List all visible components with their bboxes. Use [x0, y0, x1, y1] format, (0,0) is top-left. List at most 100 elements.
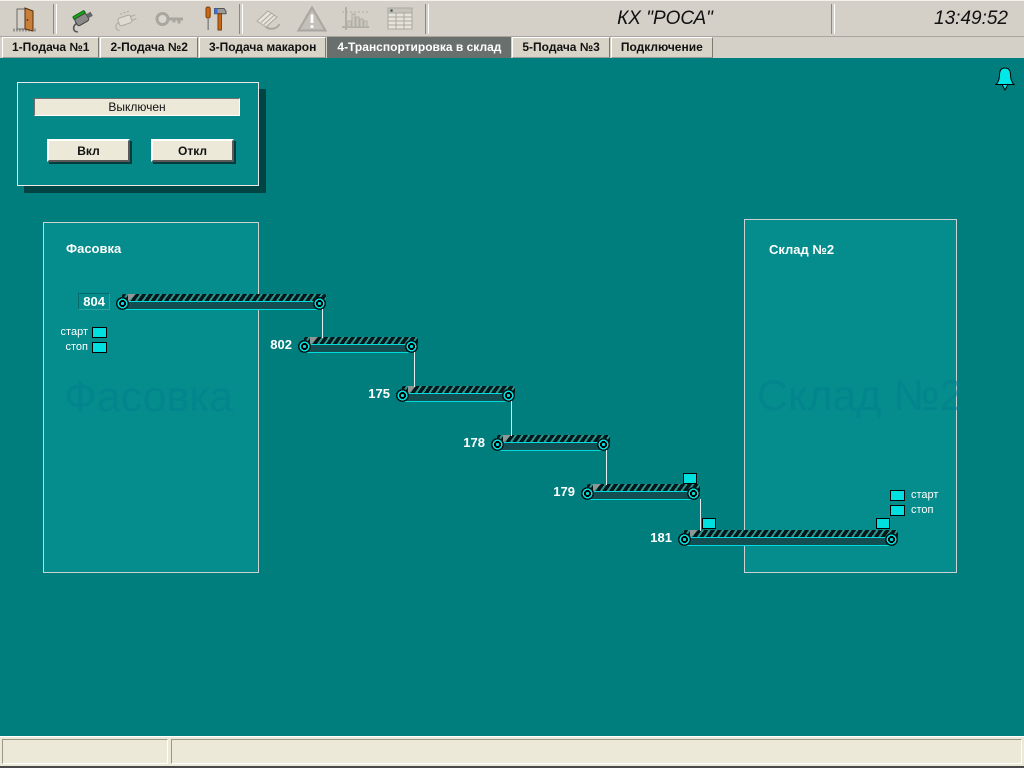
belt-body [300, 344, 415, 353]
zone-sklad2: Склад №2 Склад №2 [744, 219, 957, 573]
tab-Подключение[interactable]: Подключение [611, 37, 713, 58]
roller-icon [597, 438, 610, 451]
alarm-button [290, 3, 334, 35]
tools-button[interactable] [192, 3, 236, 35]
sensor-indicator [683, 473, 697, 484]
start-label: старт [44, 326, 88, 338]
stop-indicator [92, 342, 107, 353]
disconnect-button [104, 3, 148, 35]
stop-label: стоп [911, 504, 934, 516]
trends-button [334, 3, 378, 35]
start-indicator [92, 327, 107, 338]
exit-button[interactable] [0, 3, 50, 35]
disconnect-plug-icon [110, 4, 142, 34]
indicator-row: стоп [44, 341, 107, 353]
conveyor-802[interactable] [300, 337, 415, 353]
connector-line [511, 401, 512, 436]
hmi-screen: КХ "РОСА" 13:49:52 1-Подача №12-Подача №… [0, 0, 1024, 768]
report-button [246, 3, 290, 35]
alarm-warning-icon [296, 4, 328, 34]
zone-watermark: Склад №2 [757, 372, 963, 421]
on-button[interactable]: Вкл [47, 139, 130, 162]
key-icon [153, 4, 187, 34]
roller-icon [298, 340, 311, 353]
off-button[interactable]: Откл [151, 139, 234, 162]
roller-icon [491, 438, 504, 451]
connector-line [414, 352, 415, 387]
data-table-icon [383, 4, 417, 34]
status-bar [0, 736, 1024, 768]
sensor-indicator [876, 518, 890, 529]
chute-triangle [128, 294, 136, 302]
report-icon [251, 4, 285, 34]
tab-4-Транспортировка в склад[interactable]: 4-Транспортировка в склад [327, 37, 511, 58]
key-button [148, 3, 192, 35]
roller-icon [581, 487, 594, 500]
indicator-row: стоп [890, 504, 938, 516]
tab-2-Подача №2[interactable]: 2-Подача №2 [100, 37, 197, 58]
tab-1-Подача №1[interactable]: 1-Подача №1 [2, 37, 99, 58]
status-display: Выключен [34, 98, 240, 116]
zone-title: Склад №2 [769, 242, 834, 257]
roller-icon [396, 389, 409, 402]
roller-icon [502, 389, 515, 402]
connect-plug-icon [66, 4, 98, 34]
zone-title: Фасовка [66, 241, 121, 256]
status-panel-left [2, 739, 168, 764]
clock: 13:49:52 [838, 8, 1024, 30]
table-button [378, 3, 422, 35]
toolbar-separator [425, 4, 429, 34]
start-indicator [890, 490, 905, 501]
status-panel-right [171, 739, 1022, 764]
conveyor-number-178: 178 [433, 435, 485, 451]
belt-body [583, 491, 697, 500]
control-panel: Выключен Вкл Откл [17, 82, 259, 186]
chute-triangle [690, 530, 698, 538]
chute-triangle [503, 435, 511, 443]
roller-icon [405, 340, 418, 353]
toolbar-separator [239, 4, 243, 34]
conveyor-number-175: 175 [338, 386, 390, 402]
zone-fasovka: Фасовка Фасовка [43, 222, 259, 573]
conveyor-804[interactable] [118, 294, 323, 310]
plant-title: КХ "РОСА" [432, 8, 828, 30]
conveyor-number-181: 181 [620, 530, 672, 546]
stop-label: стоп [44, 341, 88, 353]
zone-watermark: Фасовка [64, 373, 233, 422]
toolbar-separator [831, 4, 835, 34]
connector-line [322, 309, 323, 338]
tab-3-Подача макарон[interactable]: 3-Подача макарон [199, 37, 326, 58]
fasovka-indicators: старт стоп [44, 326, 107, 356]
start-label: старт [911, 489, 938, 501]
belt-body [118, 301, 323, 310]
mimic-area: Фасовка Фасовка Склад №2 Склад №2 Выключ… [0, 58, 1024, 736]
conveyor-number-804: 804 [58, 294, 110, 310]
chute-triangle [408, 386, 416, 394]
roller-icon [678, 533, 691, 546]
conveyor-178[interactable] [493, 435, 607, 451]
indicator-row: старт [44, 326, 107, 338]
stop-indicator [890, 505, 905, 516]
tab-5-Подача №3[interactable]: 5-Подача №3 [512, 37, 609, 58]
conveyor-179[interactable] [583, 484, 697, 500]
conveyor-175[interactable] [398, 386, 512, 402]
indicator-row: старт [890, 489, 938, 501]
trend-chart-icon [339, 4, 373, 34]
chute-triangle [593, 484, 601, 492]
tools-icon [199, 4, 229, 34]
exit-door-icon [10, 4, 40, 34]
conveyor-181[interactable] [680, 530, 895, 546]
sensor-indicator [702, 518, 716, 529]
connect-button[interactable] [60, 3, 104, 35]
toolbar-separator [53, 4, 57, 34]
tab-bar: 1-Подача №12-Подача №23-Подача макарон4-… [0, 37, 1024, 58]
connector-line [606, 450, 607, 485]
sklad-indicators: старт стоп [890, 489, 938, 519]
roller-icon [313, 297, 326, 310]
alarm-bell-icon[interactable] [992, 67, 1018, 100]
conveyor-number-179: 179 [523, 484, 575, 500]
belt-body [680, 537, 895, 546]
belt-body [493, 442, 607, 451]
conveyor-number-802: 802 [240, 337, 292, 353]
roller-icon [687, 487, 700, 500]
